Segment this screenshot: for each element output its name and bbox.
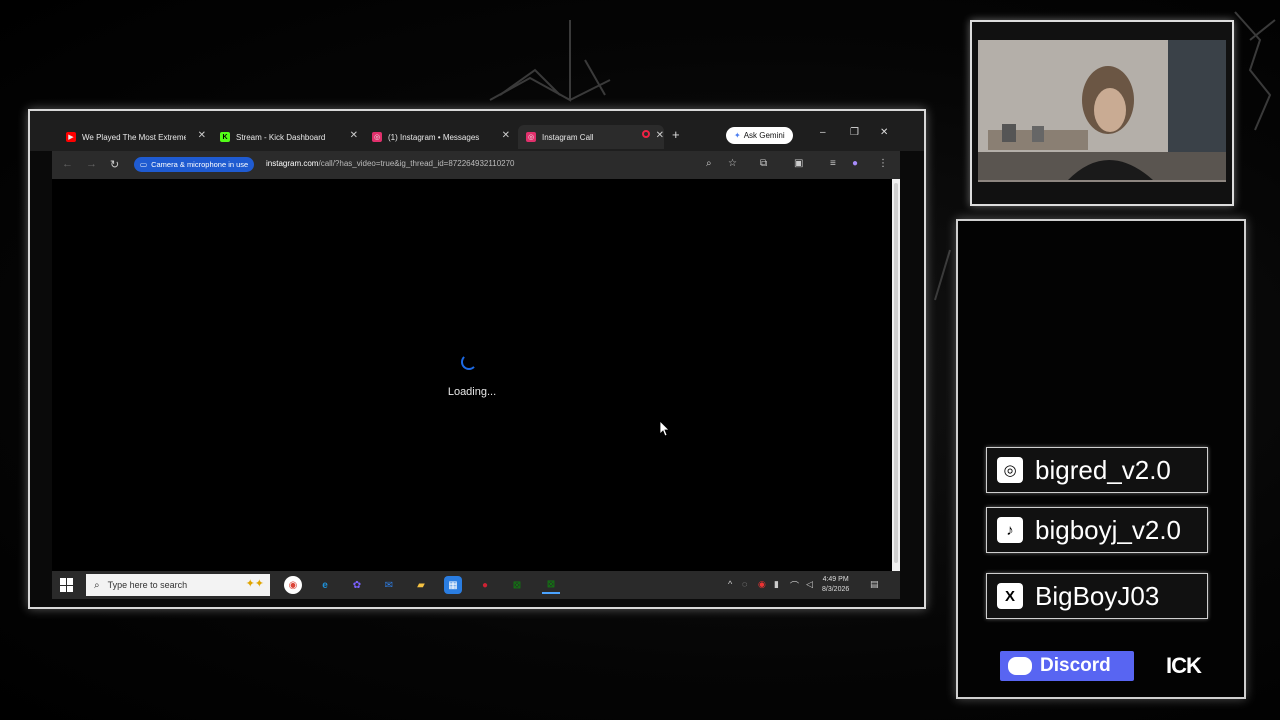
tab-label: (1) Instagram • Messages <box>388 132 480 142</box>
extensions-icon[interactable]: ⧉ <box>760 158 767 169</box>
tab-label: Instagram Call <box>542 132 594 142</box>
xbox-icon[interactable]: ⊠ <box>508 576 526 594</box>
tray-app-icon[interactable]: ◌ <box>742 579 747 589</box>
mail-icon[interactable]: ✉ <box>380 576 398 594</box>
ask-gemini-button[interactable]: ✦ Ask Gemini <box>726 127 793 144</box>
x-handle-label: BigBoyJ03 <box>1035 580 1160 611</box>
copilot-icon[interactable]: ✿ <box>348 576 366 594</box>
bookmark-star-icon[interactable]: ☆ <box>728 158 737 169</box>
clock-date: 8/3/2026 <box>822 586 850 593</box>
mouse-cursor-icon <box>660 421 670 437</box>
tab-search-icon[interactable]: ▣ <box>794 158 803 169</box>
kick-icon: K <box>220 132 230 142</box>
browser-toolbar: ← → ↻ ▭ Camera & microphone in use insta… <box>52 151 900 179</box>
search-highlight-icon: ✦✦ <box>245 578 264 590</box>
tab-kick-dashboard[interactable]: K Stream - Kick Dashboard ✕ <box>220 127 358 147</box>
camera-icon: ▭ <box>140 160 148 169</box>
close-icon[interactable]: ✕ <box>198 130 206 141</box>
camera-in-use-chip[interactable]: ▭ Camera & microphone in use <box>134 157 255 172</box>
search-icon: ⌕ <box>94 579 100 591</box>
instagram-handle: ◎ bigred_v2.0 <box>986 447 1208 493</box>
kick-logo: ICK <box>1166 653 1202 678</box>
x-handle: X BigBoyJ03 <box>986 573 1208 619</box>
notifications-icon[interactable]: ▤ <box>870 579 879 590</box>
url-path: /call/?has_video=true&ig_thread_id=87226… <box>318 159 515 168</box>
windows-start-icon[interactable] <box>60 578 74 592</box>
search-placeholder: Type here to search <box>107 580 188 590</box>
forward-icon[interactable]: → <box>86 158 97 170</box>
gemini-sparkle-icon: ✦ <box>734 131 741 140</box>
discord-icon <box>1008 657 1032 675</box>
tab-label: We Played The Most Extreme <box>82 132 186 142</box>
tab-bar: ▶ We Played The Most Extreme ✕ K Stream … <box>30 111 924 151</box>
tiktok-icon: ♪ <box>997 517 1023 543</box>
youtube-icon: ▶ <box>66 132 76 142</box>
menu-kebab-icon[interactable]: ⋮ <box>878 158 888 169</box>
address-bar[interactable]: instagram.com/call/?has_video=true&ig_th… <box>266 159 514 168</box>
app-icon[interactable]: ● <box>476 576 494 594</box>
scrollbar-thumb[interactable] <box>894 183 898 563</box>
media-control-icon[interactable]: ≡ <box>830 158 836 169</box>
loading-spinner-icon <box>461 354 477 370</box>
instagram-handle-label: bigred_v2.0 <box>1035 454 1171 485</box>
page-scrollbar[interactable] <box>892 179 900 571</box>
webcam-scene <box>978 40 1226 180</box>
taskbar-clock[interactable]: 4:49 PM 8/3/2026 <box>822 575 849 595</box>
socials-panel: ◎ bigred_v2.0 ♪ bigboyj_v2.0 X BigBoyJ03… <box>956 219 1246 699</box>
close-icon[interactable]: ✕ <box>350 130 358 141</box>
new-tab-button[interactable]: + <box>672 127 680 142</box>
edge-icon[interactable]: e <box>316 576 334 594</box>
camera-chip-label: Camera & microphone in use <box>151 160 249 169</box>
tab-youtube[interactable]: ▶ We Played The Most Extreme ✕ <box>66 127 206 147</box>
loading-text: Loading... <box>447 386 497 398</box>
x-icon: X <box>997 583 1023 609</box>
taskbar-search-box[interactable]: ⌕ Type here to search ✦✦ <box>86 574 270 596</box>
tray-overflow-icon[interactable]: ^ <box>728 579 732 589</box>
tab-label: Stream - Kick Dashboard <box>236 132 326 142</box>
back-icon[interactable]: ← <box>62 158 73 170</box>
webcam-feed <box>978 40 1226 182</box>
instagram-icon: ◎ <box>997 457 1023 483</box>
clock-time: 4:49 PM <box>822 576 849 583</box>
stream-overlay: ▶ We Played The Most Extreme ✕ K Stream … <box>0 0 1280 720</box>
url-host: instagram.com <box>266 159 319 168</box>
tiktok-handle: ♪ bigboyj_v2.0 <box>986 507 1208 553</box>
tray-record-icon[interactable]: ◉ <box>758 579 766 590</box>
xbox-game-bar-icon[interactable]: ⊠ <box>542 576 560 594</box>
restore-button[interactable]: ❐ <box>850 127 859 138</box>
store-icon[interactable]: ▦ <box>444 576 462 594</box>
close-icon[interactable]: ✕ <box>656 130 664 141</box>
profile-avatar-icon[interactable]: ● <box>852 158 858 169</box>
browser-window: ▶ We Played The Most Extreme ✕ K Stream … <box>28 109 926 609</box>
close-icon[interactable]: ✕ <box>502 130 510 141</box>
webcam-frame <box>970 20 1234 206</box>
windows-taskbar: ⌕ Type here to search ✦✦ ◉ e ✿ ✉ ▰ ▦ ● ⊠… <box>52 571 900 599</box>
reload-icon[interactable]: ↻ <box>110 158 119 171</box>
microphone-icon[interactable]: ▮ <box>774 579 779 590</box>
ask-gemini-label: Ask Gemini <box>743 131 785 140</box>
discord-badge: Discord <box>1000 651 1134 681</box>
tiktok-handle-label: bigboyj_v2.0 <box>1035 514 1181 545</box>
chrome-icon[interactable]: ◉ <box>284 576 302 594</box>
recording-icon <box>642 130 650 138</box>
file-explorer-icon[interactable]: ▰ <box>412 576 430 594</box>
zoom-icon[interactable]: ⌕ <box>706 158 712 169</box>
discord-label: Discord <box>1040 655 1111 676</box>
minimize-button[interactable]: – <box>820 127 826 138</box>
page-viewport: Loading... <box>52 179 892 571</box>
close-window-button[interactable]: ✕ <box>880 127 888 138</box>
tab-instagram-call[interactable]: ◎ Instagram Call ✕ <box>518 125 664 149</box>
network-icon[interactable]: ⌒ <box>790 579 799 592</box>
volume-icon[interactable]: ◁ <box>806 579 813 590</box>
tab-instagram-messages[interactable]: ◎ (1) Instagram • Messages ✕ <box>372 127 510 147</box>
instagram-icon: ◎ <box>372 132 382 142</box>
instagram-icon: ◎ <box>526 132 536 142</box>
